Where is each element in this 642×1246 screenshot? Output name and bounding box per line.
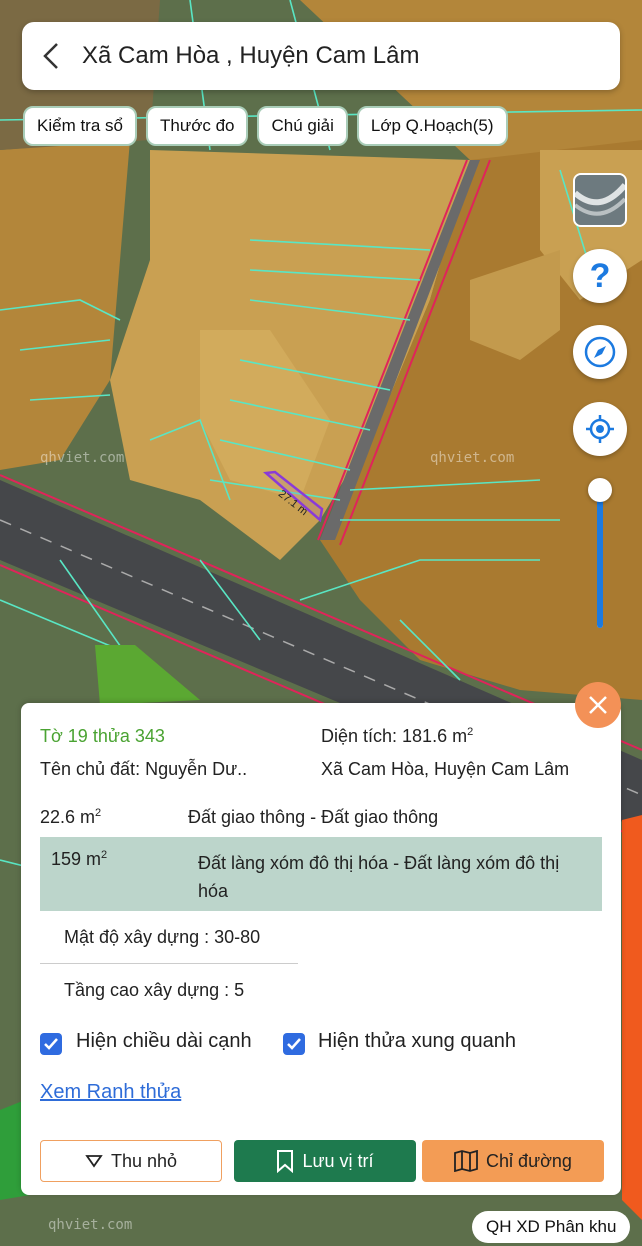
route-label: Chỉ đường [486, 1150, 572, 1171]
zone-area: 22.6 m2 [40, 807, 101, 828]
zoom-fill [597, 496, 603, 628]
zone-area-value: 159 m [51, 849, 102, 869]
help-button[interactable]: ? [573, 249, 627, 303]
back-button[interactable] [22, 22, 82, 90]
basemap-toggle[interactable] [573, 173, 627, 227]
map-icon [454, 1150, 478, 1172]
parcel-id: Tờ 19 thửa 343 [40, 726, 165, 746]
zone-type: Đất giao thông - Đất giao thông [188, 807, 439, 827]
parcel-area: Diện tích: 181.6 m2 [321, 726, 473, 747]
checkmark-icon [44, 1038, 58, 1050]
planning-zone-label[interactable]: QH XD Phân khu [472, 1211, 631, 1243]
page-title: Xã Cam Hòa , Huyện Cam Lâm [82, 42, 420, 69]
locate-button[interactable] [573, 402, 627, 456]
compass-button[interactable] [573, 325, 627, 379]
zoom-knob[interactable] [588, 478, 612, 502]
shrink-label: Thu nhỏ [110, 1150, 178, 1171]
satellite-thumbnail-icon [575, 175, 625, 225]
bookmark-icon [277, 1150, 294, 1173]
check-certificate-button[interactable]: Kiểm tra sổ [23, 106, 137, 146]
compass-icon [584, 336, 616, 368]
building-height: Tầng cao xây dựng : 5 [64, 980, 245, 1000]
owner-name: Tên chủ đất: Nguyễn Dư.. [40, 759, 248, 779]
zone-area-value: 22.6 m [40, 807, 96, 827]
legend-button[interactable]: Chú giải [257, 106, 348, 146]
divider [40, 963, 298, 964]
parcel-location: Xã Cam Hòa, Huyện Cam Lâm [321, 759, 570, 779]
toolbar-chips: Kiểm tra sổ Thước đo Chú giải Lớp Q.Hoạc… [23, 106, 508, 146]
area-unit-sup: 2 [467, 726, 474, 738]
zone-area-sup: 2 [95, 807, 102, 819]
location-header: Xã Cam Hòa , Huyện Cam Lâm [22, 22, 620, 90]
locate-icon [586, 415, 614, 443]
directions-button[interactable]: Chỉ đường [422, 1140, 604, 1182]
shrink-button[interactable]: Thu nhỏ [40, 1140, 222, 1182]
map-watermark: qhviet.com [40, 450, 125, 466]
zone-type: Đất làng xóm đô thị hóa - Đất làng xóm đ… [198, 853, 560, 901]
zone-area: 159 m2 [51, 849, 107, 870]
edge-length-label: Hiện chiều dài cạnh [76, 1030, 252, 1052]
save-label: Lưu vị trí [302, 1150, 374, 1171]
neighbors-checkbox[interactable] [283, 1033, 305, 1055]
planning-layer-button[interactable]: Lớp Q.Hoạch(5) [356, 106, 508, 146]
triangle-down-icon [85, 1155, 103, 1168]
zone-area-sup: 2 [101, 849, 108, 861]
back-arrow-icon [43, 43, 58, 69]
map-watermark: qhviet.com [430, 450, 515, 466]
ruler-button[interactable]: Thước đo [145, 106, 249, 146]
edge-length-checkbox[interactable] [40, 1033, 62, 1055]
footer-watermark: qhviet.com [48, 1217, 133, 1233]
view-boundary-link[interactable]: Xem Ranh thửa [40, 1081, 181, 1104]
parcel-info-panel: Tờ 19 thửa 343 Diện tích: 181.6 m2 Tên c… [21, 703, 621, 1195]
zoom-slider[interactable] [588, 478, 612, 630]
close-icon [589, 696, 607, 714]
checkmark-icon [287, 1038, 301, 1050]
neighbors-label: Hiện thửa xung quanh [318, 1030, 516, 1052]
building-density: Mật độ xây dựng : 30-80 [64, 927, 261, 947]
close-panel-button[interactable] [575, 682, 621, 728]
save-location-button[interactable]: Lưu vị trí [234, 1140, 416, 1182]
question-icon: ? [589, 256, 611, 295]
area-value: Diện tích: 181.6 m [321, 726, 468, 746]
